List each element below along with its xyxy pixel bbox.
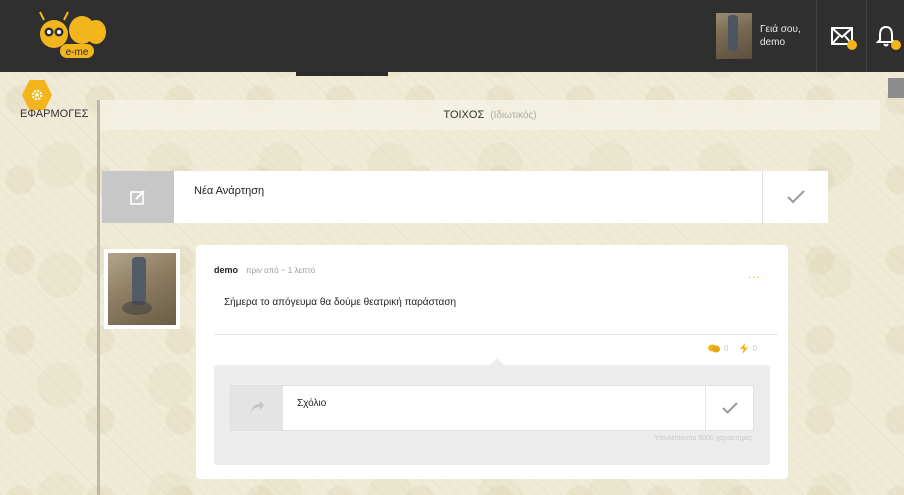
messages-badge (847, 40, 857, 50)
remaining-characters: Υπολείπονται 5000 χαρακτήρες (654, 435, 752, 442)
eme-logo[interactable]: e-me (30, 8, 110, 64)
messages-button[interactable] (816, 0, 866, 72)
post-divider (214, 334, 778, 335)
greeting-line1: Γειά σου, (760, 24, 801, 35)
post-text: Σήμερα το απόγευμα θα δούμε θεατρική παρ… (224, 297, 457, 308)
lightning-icon[interactable] (740, 343, 749, 354)
gear-icon (31, 89, 43, 101)
post-card: demo πριν από ~ 1 λεπτό ... Σήμερα το απ… (196, 245, 788, 479)
post-options-button[interactable]: ... (748, 267, 761, 281)
comment-area: Σχόλιο Υπολείπονται 5000 χαρακτήρες (214, 358, 770, 465)
logo-text: e-me (66, 47, 89, 58)
comments-count: 0 (724, 344, 729, 353)
post-author-avatar[interactable] (104, 249, 180, 329)
greeting-username: demo (760, 37, 786, 48)
sidebar-divider (97, 100, 100, 495)
post-author[interactable]: demo (214, 265, 238, 275)
reply-icon (251, 401, 264, 414)
scrollbar-handle[interactable] (888, 78, 904, 98)
new-post-input[interactable]: Νέα Ανάρτηση (174, 171, 762, 223)
check-icon (786, 190, 805, 204)
top-bar: e-me Γειά σου, demo (0, 0, 904, 72)
notifications-button[interactable] (866, 0, 904, 72)
new-post-bar: Νέα Ανάρτηση (102, 171, 828, 223)
post-reactions: 0 0 (708, 343, 757, 354)
comment-icon-cell (231, 386, 283, 430)
wall-title: ΤΟΙΧΟΣ (443, 109, 485, 121)
notifications-badge (891, 40, 901, 50)
apps-label[interactable]: ΕΦΑΡΜΟΓΕΣ (20, 108, 88, 120)
topbar-tab-indicator (296, 72, 388, 76)
comment-box: Σχόλιο (230, 385, 754, 431)
wall-subtitle: (Ιδιωτικός) (490, 109, 537, 121)
edit-icon (130, 190, 145, 205)
likes-count: 0 (752, 344, 757, 353)
user-avatar (716, 13, 752, 59)
check-icon (721, 402, 738, 414)
new-post-submit-button[interactable] (762, 171, 828, 223)
new-post-icon-cell (102, 171, 174, 223)
post-timestamp: πριν από ~ 1 λεπτό (246, 266, 316, 275)
comments-icon[interactable] (708, 344, 720, 353)
comment-input[interactable]: Σχόλιο (283, 386, 705, 430)
user-menu[interactable]: Γειά σου, demo (710, 6, 816, 66)
comment-submit-button[interactable] (705, 386, 753, 430)
wall-header: ΤΟΙΧΟΣ (Ιδιωτικός) (100, 100, 880, 130)
